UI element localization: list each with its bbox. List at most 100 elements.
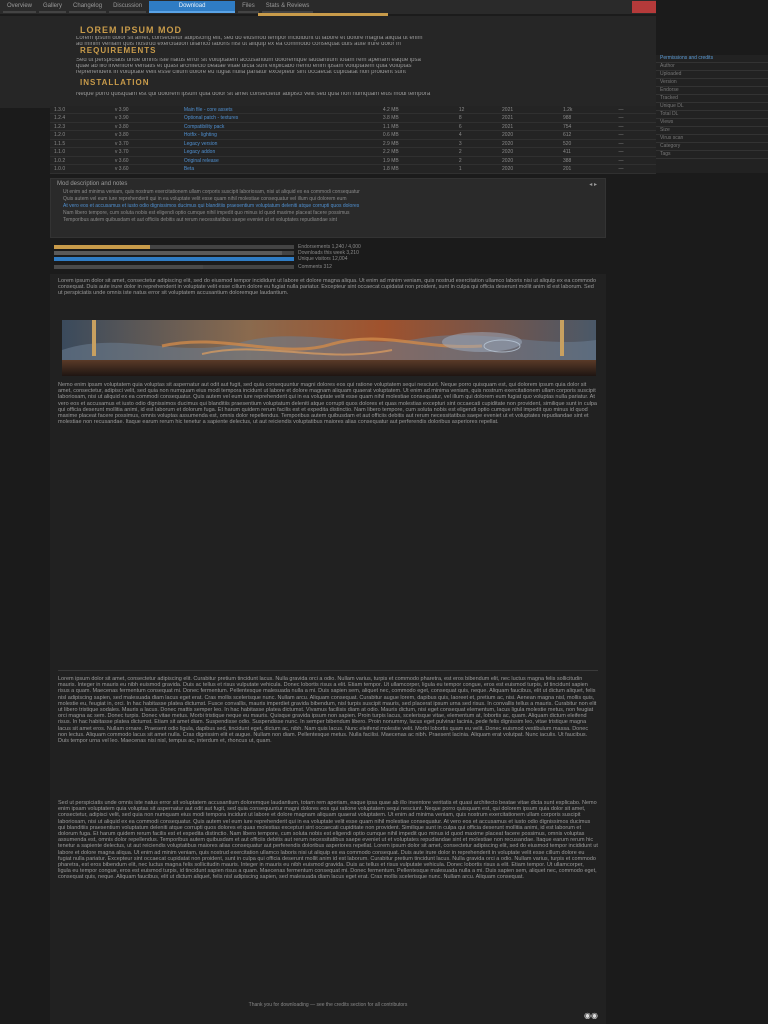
tab-bar: Overview Gallery Changelog Discussion Do… <box>0 0 656 14</box>
tab-files[interactable]: Files <box>238 1 259 13</box>
table-cell: — <box>614 164 656 174</box>
table-cell: 520 <box>558 139 615 149</box>
close-button[interactable] <box>632 1 656 13</box>
tab-overview[interactable]: Overview <box>3 1 37 13</box>
table-cell: 2.2 MB <box>378 147 455 157</box>
progress-fill <box>54 264 203 269</box>
header-line: Lorem ipsum dolor sit amet, consectetur … <box>76 36 423 41</box>
table-cell: 2021 <box>498 122 559 132</box>
table-cell: v 3.70 <box>110 139 180 149</box>
table-cell: v 3.90 <box>110 106 180 115</box>
table-cell: 1.2k <box>558 106 615 115</box>
table-cell: — <box>614 122 656 132</box>
article-paragraph: Sed ut perspiciatis unde omnis iste natu… <box>58 800 598 881</box>
table-cell: 411 <box>558 147 615 157</box>
file-name-link[interactable]: Optional patch - textures <box>179 113 379 123</box>
table-cell: 754 <box>558 122 615 132</box>
table-cell: — <box>614 130 656 140</box>
file-name-link[interactable]: Hotfix - lighting <box>179 130 379 140</box>
article-paragraph: Lorem ipsum dolor sit amet, consectetur … <box>58 676 597 745</box>
table-cell: 1.2.4 <box>50 113 111 123</box>
header-line: quae ab illo inventore veritatis et quas… <box>76 64 412 69</box>
progress-fill <box>54 244 150 249</box>
article-intro: Lorem ipsum dolor sit amet, consectetur … <box>58 278 597 297</box>
table-row[interactable]: 1.2.4 v 3.90 Optional patch - textures 3.8 … <box>50 113 656 123</box>
installation-heading: INSTALLATION <box>80 78 150 87</box>
table-row[interactable]: 1.1.5 v 3.70 Legacy version 2.9 MB 3 2020 520— <box>50 139 656 149</box>
article-paragraph: Nemo enim ipsam voluptatem quia voluptas… <box>58 382 597 426</box>
table-cell: — <box>614 106 656 115</box>
file-name-link[interactable]: Legacy addon <box>179 147 379 157</box>
side-panel-item: Category <box>656 143 768 151</box>
file-name-link[interactable]: Compatibility pack <box>179 122 379 132</box>
pager-arrows[interactable]: ◂ ▸ <box>589 181 597 188</box>
table-cell: 1 <box>454 164 499 174</box>
side-panel-item: Tags <box>656 151 768 159</box>
table-cell: 2021 <box>498 113 559 123</box>
side-panel-item: Unique DL <box>656 103 768 111</box>
table-cell: 1.2.3 <box>50 122 111 132</box>
requirements-heading: REQUIREMENTS <box>80 46 157 55</box>
scroll-top-icon[interactable]: ◉◉ <box>584 1011 598 1020</box>
table-cell: 12 <box>454 106 499 115</box>
table-cell: 4 <box>454 130 499 140</box>
table-cell: 0.6 MB <box>378 130 455 140</box>
table-cell: 2 <box>454 156 499 166</box>
table-cell: 201 <box>558 164 615 174</box>
table-cell: — <box>614 147 656 157</box>
side-panel: Permissions and credits Author Uploaded … <box>656 55 768 173</box>
table-cell: 2021 <box>498 106 559 115</box>
side-panel-item: Author <box>656 63 768 71</box>
table-row[interactable]: 1.1.0 v 3.70 Legacy addon 2.2 MB 2 2020 411— <box>50 147 656 157</box>
table-row[interactable]: 1.0.2 v 3.60 Original release 1.9 MB 2 2020 38… <box>50 156 656 166</box>
progress-downloads: Downloads this week 3,210 <box>54 250 359 256</box>
table-cell: 1.3.0 <box>50 106 111 115</box>
description-line: Nam libero tempore, cum soluta nobis est… <box>63 210 350 216</box>
table-cell: 2.9 MB <box>378 139 455 149</box>
table-row[interactable]: 1.2.3 v 3.80 Compatibility pack 1.1 MB 6 2021… <box>50 122 656 132</box>
table-cell: 1.0.2 <box>50 156 111 166</box>
tab-gallery[interactable]: Gallery <box>39 1 67 13</box>
side-panel-item: Size <box>656 127 768 135</box>
tab-discussion[interactable]: Discussion <box>109 1 147 13</box>
side-panel-item: Views <box>656 119 768 127</box>
table-cell: — <box>614 113 656 123</box>
progress-comments: Comments 312 <box>54 264 332 270</box>
table-row[interactable]: 1.3.0 v 3.90 Main file - core assets 4.2 MB… <box>50 106 656 115</box>
table-cell: 612 <box>558 130 615 140</box>
table-row[interactable]: 1.2.0 v 3.80 Hotfix - lighting 0.6 MB 4 2020 6… <box>50 130 656 140</box>
table-cell: 1.8 MB <box>378 164 455 174</box>
progress-fill <box>54 250 282 255</box>
file-name-link[interactable]: Beta <box>179 164 379 174</box>
header-line: Sed ut perspiciatis unde omnis iste natu… <box>76 58 421 63</box>
footer-note: Thank you for downloading — see the cred… <box>248 1002 408 1008</box>
file-name-link[interactable]: Legacy version <box>179 139 379 149</box>
description-link[interactable]: At vero eos et accusamus et iusto odio d… <box>51 203 605 210</box>
table-cell: 1.1 MB <box>378 122 455 132</box>
progress-track <box>54 256 294 261</box>
page-title: LOREM IPSUM MOD <box>80 25 182 35</box>
side-panel-item: Version <box>656 79 768 87</box>
tab-stats[interactable]: Stats & Reviews <box>261 1 314 13</box>
table-cell: 2 <box>454 147 499 157</box>
table-row[interactable]: 1.0.0 v 3.60 Beta 1.8 MB 1 2020 201— <box>50 164 656 174</box>
table-cell: v 3.90 <box>110 113 180 123</box>
table-cell: v 3.60 <box>110 164 180 174</box>
progress-track <box>54 250 294 255</box>
file-name-link[interactable]: Original release <box>179 156 379 166</box>
tab-download[interactable]: Download <box>149 1 236 13</box>
file-name-link[interactable]: Main file - core assets <box>179 106 379 115</box>
divider <box>58 670 598 671</box>
header-line: reprehenderit in voluptate velit esse ci… <box>76 70 406 75</box>
table-cell: 1.1.0 <box>50 147 111 157</box>
table-cell: 1.1.5 <box>50 139 111 149</box>
side-panel-item: Tracked <box>656 95 768 103</box>
table-cell: 6 <box>454 122 499 132</box>
side-panel-heading: Permissions and credits <box>656 55 768 63</box>
side-panel-item: Total DL <box>656 111 768 119</box>
table-cell: v 3.80 <box>110 130 180 140</box>
tab-changelog[interactable]: Changelog <box>69 1 107 13</box>
table-cell: 988 <box>558 113 615 123</box>
table-cell: 388 <box>558 156 615 166</box>
table-cell: 1.9 MB <box>378 156 455 166</box>
